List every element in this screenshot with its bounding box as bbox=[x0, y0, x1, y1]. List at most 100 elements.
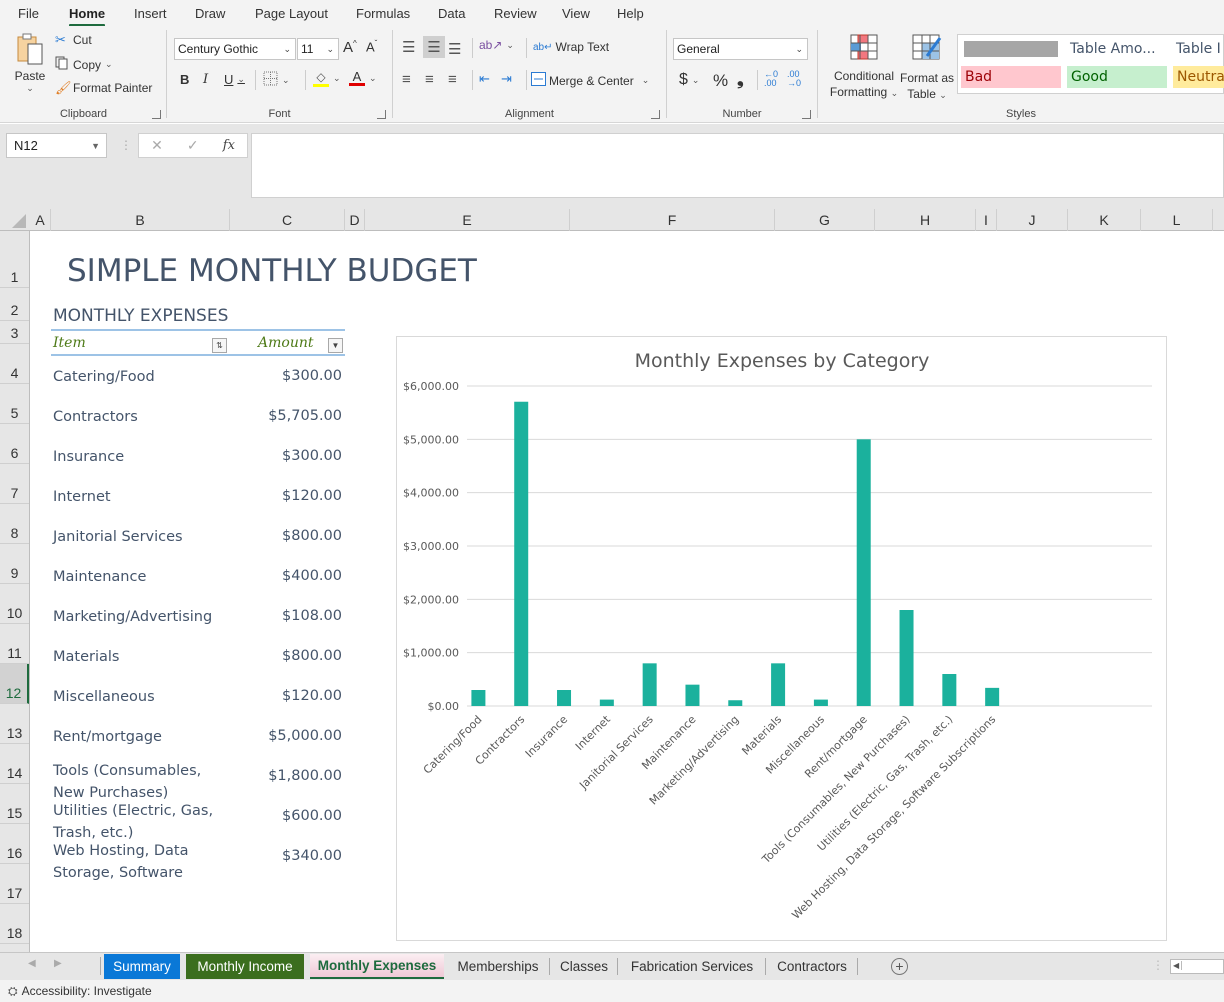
expense-amount[interactable]: $120.00 bbox=[282, 488, 342, 504]
tab-page-layout[interactable]: Page Layout bbox=[255, 6, 328, 21]
paste-button[interactable]: Paste ⌄ bbox=[12, 32, 48, 94]
decrease-font-size-button[interactable]: Aˇ bbox=[366, 39, 377, 54]
dialog-launcher-icon[interactable] bbox=[802, 110, 811, 119]
row-header[interactable]: 10 bbox=[0, 584, 29, 624]
expense-item[interactable]: Catering/Food bbox=[53, 366, 155, 388]
scroll-left-icon[interactable]: ◀ bbox=[1173, 961, 1183, 970]
bottom-align-button[interactable]: ☰ bbox=[448, 40, 461, 58]
row-header[interactable]: 18 bbox=[0, 904, 29, 944]
row-header[interactable]: 3 bbox=[0, 321, 29, 344]
cancel-icon[interactable]: ✕ bbox=[151, 137, 163, 154]
conditional-formatting-button[interactable]: Conditional Formatting ⌄ bbox=[824, 34, 904, 101]
tab-split-handle-icon[interactable]: ⋮ bbox=[1152, 958, 1164, 972]
name-box[interactable]: N12 ▼ bbox=[6, 133, 107, 158]
expense-item[interactable]: Web Hosting, Data Storage, Software bbox=[53, 840, 189, 884]
comma-style-button[interactable]: ❟ bbox=[737, 70, 744, 90]
cell-style-swatch[interactable] bbox=[964, 41, 1058, 57]
italic-button[interactable]: I bbox=[203, 72, 208, 87]
increase-decimal-button[interactable]: ←0.00 bbox=[764, 70, 778, 88]
expense-item[interactable]: Materials bbox=[53, 646, 119, 668]
column-header[interactable]: A bbox=[30, 209, 51, 231]
expense-amount[interactable]: $120.00 bbox=[282, 688, 342, 704]
row-header[interactable]: 9 bbox=[0, 544, 29, 584]
underline-button[interactable]: U ⌄ bbox=[224, 72, 245, 87]
expense-item[interactable]: Maintenance bbox=[53, 566, 146, 588]
column-header[interactable]: H bbox=[875, 209, 976, 231]
row-header[interactable]: 2 bbox=[0, 288, 29, 321]
sheet-tab-classes[interactable]: Classes bbox=[550, 954, 618, 979]
dialog-launcher-icon[interactable] bbox=[152, 110, 161, 119]
format-as-table-button[interactable]: Format as Table ⌄ bbox=[898, 34, 956, 103]
column-header[interactable]: I bbox=[976, 209, 997, 231]
expense-amount[interactable]: $5,705.00 bbox=[268, 408, 342, 424]
tab-home[interactable]: Home bbox=[69, 6, 106, 27]
row-header[interactable]: 11 bbox=[0, 624, 29, 664]
scroll-tabs-right-icon[interactable]: ▶ bbox=[54, 958, 62, 969]
dialog-launcher-icon[interactable] bbox=[377, 110, 386, 119]
borders-button[interactable]: ⌄ bbox=[263, 71, 290, 89]
row-header[interactable]: 14 bbox=[0, 744, 29, 784]
decrease-indent-button[interactable]: ⇤ bbox=[479, 71, 490, 87]
accessibility-status[interactable]: Accessibility: Investigate bbox=[22, 984, 152, 998]
tab-file[interactable]: File bbox=[18, 6, 39, 21]
amount-filter-button[interactable]: ▼ bbox=[328, 338, 343, 353]
expenses-chart[interactable]: Monthly Expenses by Category $0.00 $1,000.… bbox=[396, 336, 1167, 941]
currency-format-button[interactable]: $ ⌄ bbox=[679, 71, 699, 89]
increase-font-size-button[interactable]: A^ bbox=[343, 39, 357, 56]
expense-amount[interactable]: $108.00 bbox=[282, 608, 342, 624]
row-header[interactable]: 6 bbox=[0, 424, 29, 464]
column-header[interactable]: L bbox=[1141, 209, 1213, 231]
cell-style-table-amount[interactable]: Table Amo... bbox=[1066, 38, 1169, 60]
row-header[interactable]: 12 bbox=[0, 664, 29, 704]
sheet-tab-monthly-income[interactable]: Monthly Income bbox=[186, 954, 304, 979]
decrease-decimal-button[interactable]: .00 →0 bbox=[787, 70, 801, 88]
format-painter-button[interactable]: 🖌 Format Painter bbox=[55, 80, 152, 96]
expense-item[interactable]: Marketing/Advertising bbox=[53, 606, 212, 628]
column-header[interactable]: G bbox=[775, 209, 875, 231]
row-header[interactable]: 16 bbox=[0, 824, 29, 864]
row-header[interactable]: 4 bbox=[0, 344, 29, 384]
expense-item[interactable]: Internet bbox=[53, 486, 111, 508]
cell-style-table-item[interactable]: Table I bbox=[1172, 38, 1224, 60]
sheet-tab-monthly-expenses[interactable]: Monthly Expenses bbox=[310, 954, 444, 979]
expense-item[interactable]: Rent/mortgage bbox=[53, 726, 162, 748]
column-header[interactable]: F bbox=[570, 209, 775, 231]
row-header[interactable]: 5 bbox=[0, 384, 29, 424]
expense-item[interactable]: Contractors bbox=[53, 406, 138, 428]
fill-color-button[interactable]: ◇ ⌄ bbox=[313, 70, 341, 87]
tab-data[interactable]: Data bbox=[438, 6, 465, 21]
horizontal-scrollbar[interactable]: ◀ bbox=[1170, 959, 1224, 974]
column-header[interactable]: J bbox=[997, 209, 1068, 231]
wrap-text-button[interactable]: ab↵ Wrap Text bbox=[533, 40, 609, 54]
expense-item[interactable]: Utilities (Electric, Gas, Trash, etc.) bbox=[53, 800, 213, 844]
dialog-launcher-icon[interactable] bbox=[651, 110, 660, 119]
expense-amount[interactable]: $1,800.00 bbox=[268, 768, 342, 784]
font-color-button[interactable]: A ⌄ bbox=[349, 70, 377, 86]
expense-amount[interactable]: $300.00 bbox=[282, 368, 342, 384]
expense-amount[interactable]: $800.00 bbox=[282, 528, 342, 544]
select-all-button[interactable] bbox=[0, 209, 30, 231]
expense-amount[interactable]: $400.00 bbox=[282, 568, 342, 584]
row-header[interactable]: 7 bbox=[0, 464, 29, 504]
insert-function-icon[interactable]: fx bbox=[223, 138, 235, 153]
percent-style-button[interactable]: % bbox=[713, 71, 728, 91]
copy-button[interactable]: Copy ⌄ bbox=[55, 56, 113, 73]
expense-amount[interactable]: $300.00 bbox=[282, 448, 342, 464]
column-header[interactable]: E bbox=[365, 209, 570, 231]
enter-icon[interactable]: ✓ bbox=[187, 137, 199, 154]
font-name-select[interactable]: Century Gothic ⌄ bbox=[174, 38, 296, 60]
expense-item[interactable]: Janitorial Services bbox=[53, 526, 183, 548]
sheet-tab-summary[interactable]: Summary bbox=[104, 954, 180, 979]
expense-item[interactable]: Tools (Consumables, New Purchases) bbox=[53, 760, 201, 804]
align-right-button[interactable]: ≡ bbox=[448, 71, 457, 88]
expense-amount[interactable]: $340.00 bbox=[282, 848, 342, 864]
row-header[interactable]: 17 bbox=[0, 864, 29, 904]
drag-handle-icon[interactable]: ⋮ bbox=[120, 138, 132, 152]
tab-formulas[interactable]: Formulas bbox=[356, 6, 410, 21]
bold-button[interactable]: B bbox=[180, 72, 189, 87]
merge-center-button[interactable]: Merge & Center ⌄ bbox=[531, 72, 649, 89]
accessibility-icon[interactable]: ⛭ bbox=[8, 984, 18, 999]
sheet-tab-contractors[interactable]: Contractors bbox=[766, 954, 858, 979]
font-size-select[interactable]: 11 ⌄ bbox=[297, 38, 339, 60]
top-align-button[interactable]: ☰ bbox=[402, 38, 415, 56]
